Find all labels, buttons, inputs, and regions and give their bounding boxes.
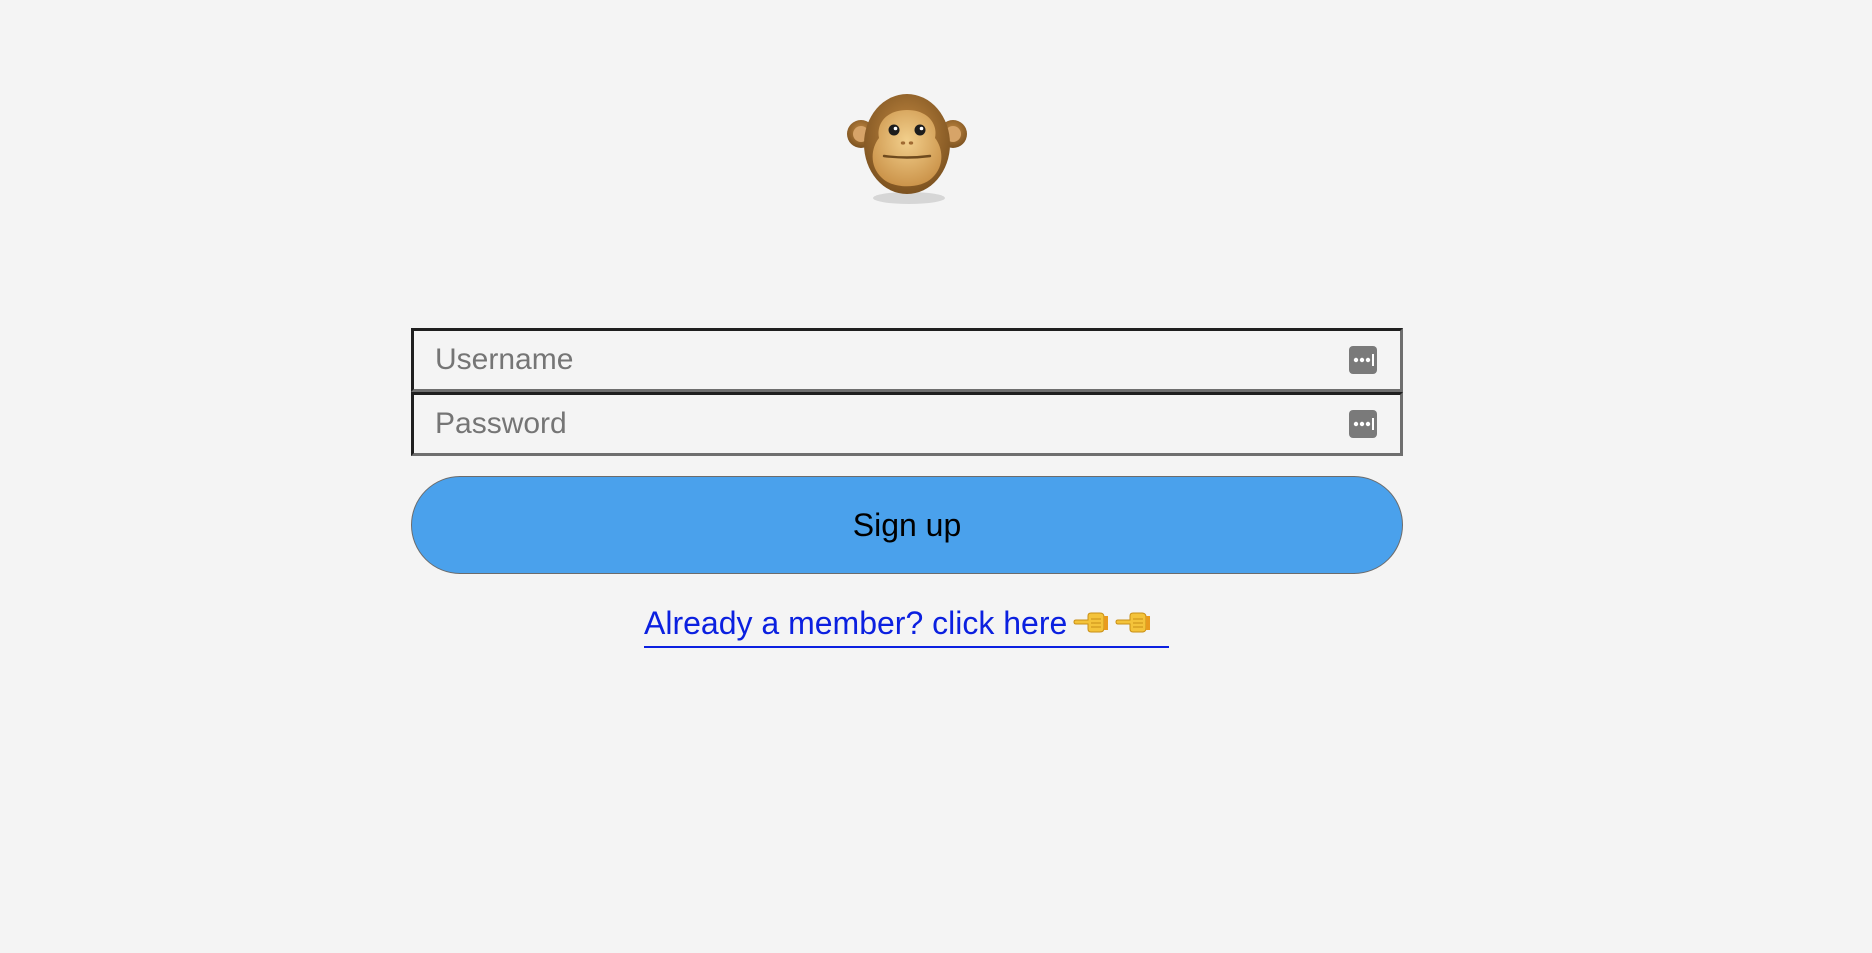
username-input[interactable] <box>414 331 1400 389</box>
monkey-logo-icon <box>846 86 968 208</box>
already-member-link[interactable]: Already a member? click here <box>644 600 1169 648</box>
password-input[interactable] <box>414 395 1400 453</box>
signup-button[interactable]: Sign up <box>411 476 1403 574</box>
username-field[interactable] <box>411 328 1403 392</box>
pointing-left-hand-icon <box>1073 603 1109 633</box>
password-manager-key-icon[interactable] <box>1349 346 1377 374</box>
pointing-left-hand-icon <box>1115 603 1151 633</box>
signup-page: Sign up Already a member? click here <box>0 0 1872 953</box>
already-member-link-text: Already a member? click here <box>644 605 1068 641</box>
password-manager-key-icon[interactable] <box>1349 410 1377 438</box>
password-field[interactable] <box>411 392 1403 456</box>
